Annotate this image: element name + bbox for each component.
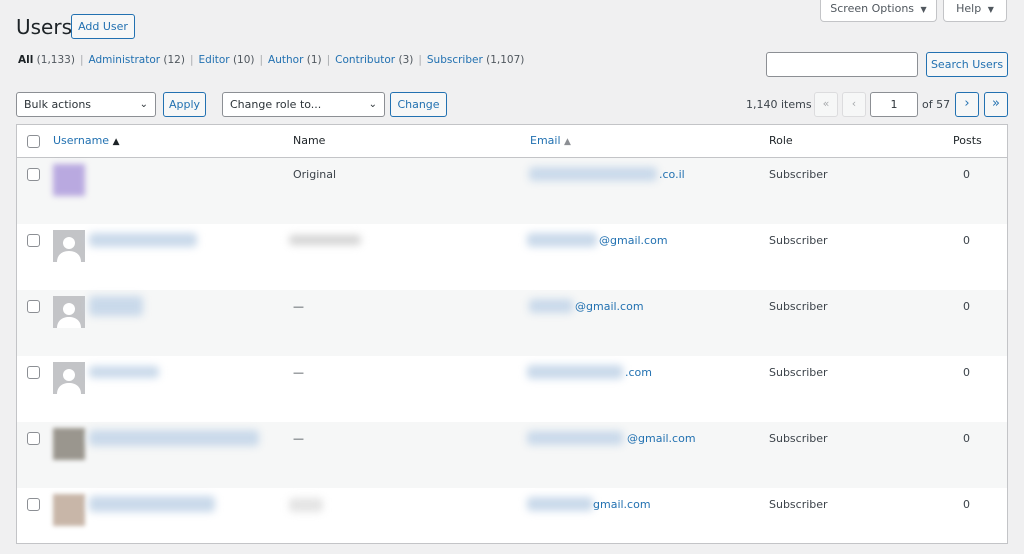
user-name: — [293, 366, 304, 379]
filter-all[interactable]: All [18, 54, 33, 66]
caret-down-icon: ▼ [920, 5, 927, 14]
redacted-email [527, 431, 623, 445]
filter-editor[interactable]: Editor [199, 54, 230, 66]
sort-icon: ▲ [564, 137, 571, 147]
avatar [53, 164, 85, 196]
next-page-button[interactable]: › [955, 92, 979, 117]
row-checkbox[interactable] [27, 300, 40, 313]
select-all-checkbox[interactable] [27, 135, 40, 148]
change-role-value: Change role to... [230, 98, 322, 111]
filter-subscriber[interactable]: Subscriber [427, 54, 483, 66]
user-role: Subscriber [769, 366, 828, 379]
column-name: Name [293, 134, 326, 147]
total-pages: of 57 [922, 98, 951, 111]
user-email[interactable]: .co.il [659, 168, 685, 181]
chevron-down-icon: ⌄ [368, 99, 377, 110]
row-checkbox[interactable] [27, 498, 40, 511]
filter-contributor[interactable]: Contributor [335, 54, 395, 66]
sort-icon: ▲ [112, 137, 120, 147]
column-username[interactable]: Username ▲ [53, 134, 120, 147]
prev-page-button[interactable]: ‹ [842, 92, 866, 117]
items-count: 1,140 items [746, 98, 812, 111]
user-posts[interactable]: 0 [963, 300, 970, 313]
user-role: Subscriber [769, 234, 828, 247]
user-email[interactable]: .com [625, 366, 652, 379]
user-email[interactable]: @gmail.com [575, 300, 644, 313]
redacted-name [289, 235, 361, 245]
avatar [53, 494, 85, 526]
bulk-actions-value: Bulk actions [24, 98, 92, 111]
redacted-email [529, 299, 573, 313]
user-name: — [293, 300, 304, 313]
column-posts: Posts [953, 134, 982, 147]
row-checkbox[interactable] [27, 168, 40, 181]
table-row: @gmail.com Subscriber 0 [17, 224, 1007, 290]
help-button[interactable]: Help ▼ [943, 0, 1007, 22]
column-role: Role [769, 134, 793, 147]
user-posts[interactable]: 0 [963, 366, 970, 379]
redacted-email [527, 497, 593, 511]
current-page-input[interactable]: 1 [870, 92, 918, 117]
change-button[interactable]: Change [390, 92, 447, 117]
row-checkbox[interactable] [27, 366, 40, 379]
row-checkbox[interactable] [27, 234, 40, 247]
redacted-email [527, 233, 597, 247]
search-users-button[interactable]: Search Users [926, 52, 1008, 77]
user-role: Subscriber [769, 168, 828, 181]
user-posts[interactable]: 0 [963, 432, 970, 445]
redacted-username [89, 233, 197, 247]
user-name: Original [293, 168, 337, 181]
chevron-down-icon: ⌄ [139, 99, 148, 110]
user-role: Subscriber [769, 300, 828, 313]
redacted-email [527, 365, 623, 379]
screen-options-label: Screen Options [830, 2, 915, 15]
page-title: Users [16, 15, 73, 39]
user-posts[interactable]: 0 [963, 168, 970, 181]
filter-author[interactable]: Author [268, 54, 303, 66]
avatar [53, 296, 85, 328]
redacted-username [89, 430, 259, 446]
table-header: Username ▲ Name Email ▲ Role Posts [17, 125, 1007, 158]
table-row: gmail.com Subscriber 0 [17, 488, 1007, 554]
apply-button[interactable]: Apply [163, 92, 206, 117]
users-table: Username ▲ Name Email ▲ Role Posts Origi… [16, 124, 1008, 544]
redacted-name [289, 498, 323, 512]
role-filter-links: All (1,133) | Administrator (12) | Editor (1… [18, 54, 525, 66]
first-page-button[interactable]: « [814, 92, 838, 117]
table-row: — @gmail.com Subscriber 0 [17, 422, 1007, 488]
bulk-actions-select[interactable]: Bulk actions ⌄ [16, 92, 156, 117]
avatar [53, 362, 85, 394]
table-row: — @gmail.com Subscriber 0 [17, 290, 1007, 356]
last-page-button[interactable]: » [984, 92, 1008, 117]
row-checkbox[interactable] [27, 432, 40, 445]
redacted-username [89, 496, 215, 512]
redacted-username [89, 296, 143, 316]
filter-administrator[interactable]: Administrator [88, 54, 160, 66]
user-email[interactable]: @gmail.com [627, 432, 696, 445]
add-user-button[interactable]: Add User [71, 14, 135, 39]
help-label: Help [956, 2, 982, 15]
user-posts[interactable]: 0 [963, 234, 970, 247]
change-role-select[interactable]: Change role to... ⌄ [222, 92, 385, 117]
caret-down-icon: ▼ [987, 5, 994, 14]
search-input[interactable] [766, 52, 918, 77]
user-role: Subscriber [769, 498, 828, 511]
column-email[interactable]: Email ▲ [530, 134, 571, 147]
user-name: — [293, 432, 304, 445]
user-email[interactable]: gmail.com [593, 498, 651, 511]
table-row: — .com Subscriber 0 [17, 356, 1007, 422]
redacted-username [89, 366, 159, 378]
user-role: Subscriber [769, 432, 828, 445]
user-posts[interactable]: 0 [963, 498, 970, 511]
redacted-email [529, 167, 657, 181]
table-row: Original .co.il Subscriber 0 [17, 158, 1007, 224]
screen-options-button[interactable]: Screen Options ▼ [820, 0, 937, 22]
avatar [53, 428, 85, 460]
avatar [53, 230, 85, 262]
user-email[interactable]: @gmail.com [599, 234, 668, 247]
